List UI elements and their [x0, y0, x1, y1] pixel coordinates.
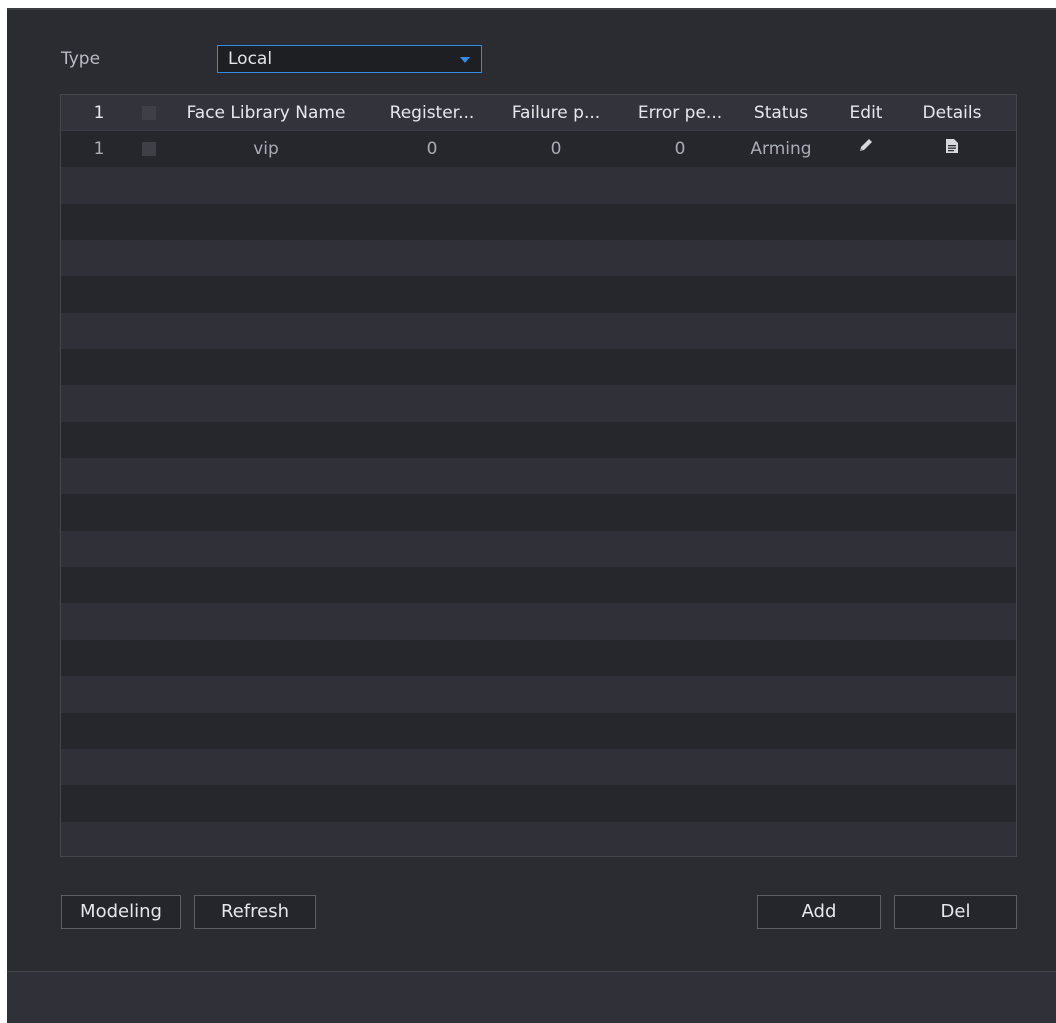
table-row-empty — [61, 676, 1016, 713]
table-row-empty — [61, 748, 1016, 786]
footer-bar — [7, 972, 1056, 1023]
table-row-empty — [61, 421, 1016, 459]
row-failure: 0 — [550, 139, 562, 159]
type-label: Type — [61, 49, 101, 69]
table-row-empty — [61, 276, 1016, 313]
dropdown-caret-icon — [460, 57, 470, 63]
table-row-empty — [61, 785, 1016, 822]
table-row-empty — [61, 567, 1016, 604]
table-row-empty — [61, 458, 1016, 495]
face-library-panel: Type Local 1 Face Library Name Register.… — [7, 8, 1056, 1023]
table-row-empty — [61, 203, 1016, 241]
del-button[interactable]: Del — [894, 895, 1017, 929]
modeling-button[interactable]: Modeling — [61, 895, 181, 929]
add-button[interactable]: Add — [757, 895, 881, 929]
row-name: vip — [253, 139, 279, 159]
table-row[interactable]: 1 vip 0 0 0 Arming — [61, 131, 1016, 168]
header-status[interactable]: Status — [741, 95, 821, 131]
header-name[interactable]: Face Library Name — [171, 95, 361, 131]
row-checkbox[interactable] — [142, 142, 156, 156]
table-body: 1 vip 0 0 0 Arming — [61, 131, 1016, 856]
row-status: Arming — [750, 139, 812, 159]
table-header: 1 Face Library Name Register... Failure … — [61, 95, 1016, 131]
header-edit: Edit — [849, 103, 883, 123]
header-details: Details — [922, 103, 982, 123]
table-row-empty — [61, 167, 1016, 204]
header-index: 1 — [93, 103, 105, 123]
table-row-empty — [61, 349, 1016, 386]
top-divider — [7, 8, 1056, 10]
type-select-value: Local — [228, 49, 273, 69]
row-index: 1 — [93, 139, 105, 159]
row-edit-cell — [841, 131, 891, 167]
document-icon[interactable] — [945, 131, 959, 167]
face-library-table: 1 Face Library Name Register... Failure … — [60, 94, 1017, 857]
table-row-empty — [61, 712, 1016, 749]
row-checkbox-cell — [139, 131, 159, 167]
header-failure[interactable]: Failure p... — [501, 95, 611, 131]
table-row-empty — [61, 240, 1016, 277]
table-row-empty — [61, 494, 1016, 531]
table-row-empty — [61, 385, 1016, 422]
table-row-empty — [61, 530, 1016, 568]
row-error: 0 — [674, 139, 686, 159]
select-all-checkbox[interactable] — [142, 106, 156, 120]
header-error[interactable]: Error pe... — [627, 95, 733, 131]
table-row-empty — [61, 603, 1016, 640]
header-registered[interactable]: Register... — [377, 95, 487, 131]
table-row-empty — [61, 821, 1016, 856]
row-details-cell — [907, 131, 997, 167]
pencil-icon[interactable] — [857, 131, 875, 167]
row-registered: 0 — [426, 139, 438, 159]
table-row-empty — [61, 312, 1016, 350]
refresh-button[interactable]: Refresh — [194, 895, 316, 929]
type-select[interactable]: Local — [217, 45, 482, 73]
header-select-all — [139, 95, 159, 131]
table-row-empty — [61, 639, 1016, 677]
